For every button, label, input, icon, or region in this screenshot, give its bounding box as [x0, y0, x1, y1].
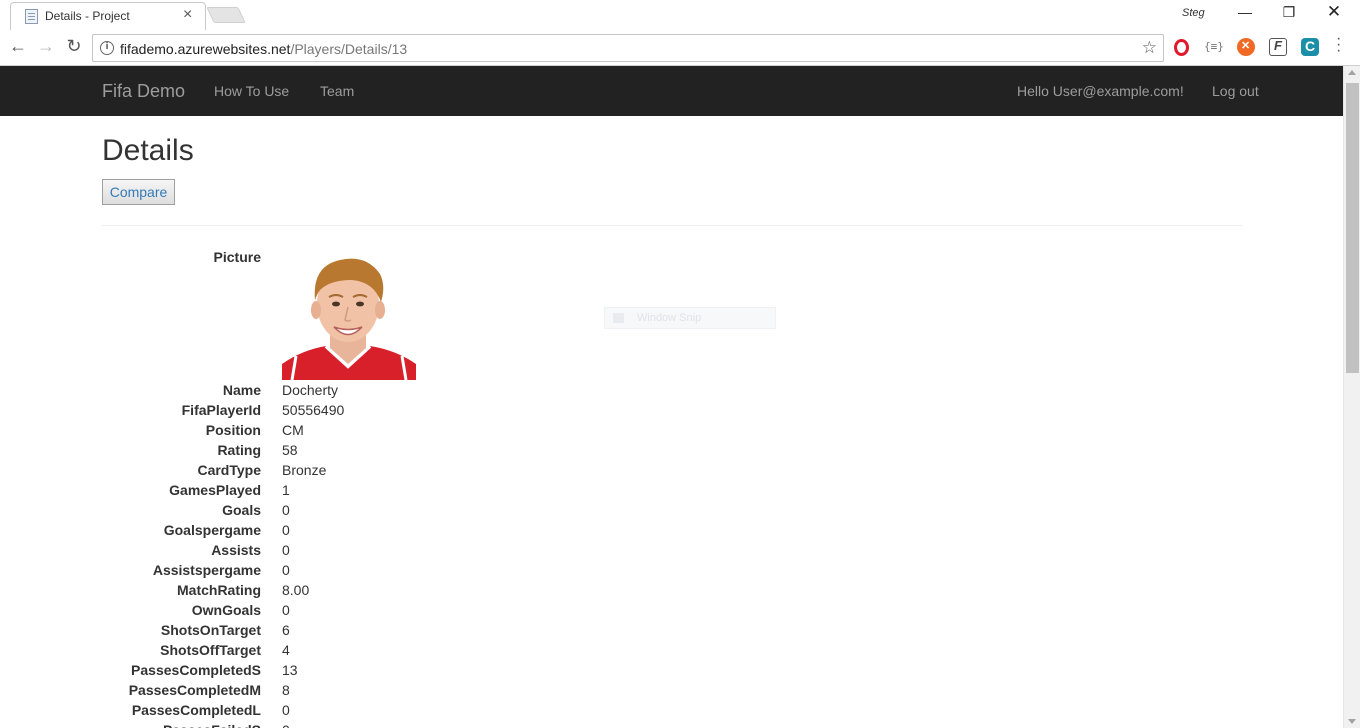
profile-name[interactable]: Steg — [1182, 7, 1205, 19]
f-extension-icon[interactable] — [1269, 38, 1287, 56]
field-label: PassesCompletedL — [131, 702, 261, 718]
reload-icon[interactable]: ↻ — [64, 37, 84, 57]
field-value: 0 — [282, 722, 290, 728]
snip-icon — [613, 313, 624, 323]
page-favicon-icon — [25, 9, 38, 24]
json-viewer-extension-icon[interactable]: {≡} — [1204, 40, 1224, 58]
tab-title: Details - Project — [45, 9, 130, 23]
field-value: 4 — [282, 642, 290, 658]
field-value: 0 — [282, 522, 290, 538]
teal-extension-icon[interactable] — [1301, 38, 1319, 56]
field-label: FifaPlayerId — [181, 402, 261, 418]
url-path: /Players/Details/13 — [290, 41, 408, 57]
field-value: 0 — [282, 502, 290, 518]
field-value: 1 — [282, 482, 290, 498]
orange-x-extension-icon[interactable] — [1237, 38, 1255, 56]
snip-overlay-text: Window Snip — [637, 312, 702, 324]
browser-toolbar: ← → ↻ i fifademo.azurewebsites.net/Playe… — [0, 30, 1360, 66]
browser-tabstrip: Details - Project × Steg — ❐ ✕ — [0, 0, 1360, 30]
bookmark-star-icon[interactable]: ☆ — [1142, 38, 1157, 58]
field-label: Assists — [211, 542, 261, 558]
field-value: CM — [282, 422, 304, 438]
back-arrow-icon[interactable]: ← — [8, 37, 28, 57]
minimize-icon[interactable]: — — [1233, 4, 1257, 24]
field-label: ShotsOffTarget — [160, 642, 261, 658]
forward-arrow-icon[interactable]: → — [36, 37, 56, 57]
field-label: OwnGoals — [191, 602, 261, 618]
field-value: Bronze — [282, 462, 327, 478]
window-snip-overlay: Window Snip — [604, 307, 776, 329]
user-greeting-link[interactable]: Hello User@example.com! — [1017, 83, 1184, 99]
field-label: Name — [222, 382, 261, 398]
page-title: Details — [102, 134, 194, 167]
page-scrollbar[interactable] — [1343, 66, 1360, 728]
scroll-up-arrow-icon[interactable] — [1348, 70, 1356, 75]
field-value: 8 — [282, 682, 290, 698]
restore-icon[interactable]: ❐ — [1277, 4, 1301, 24]
field-label: ShotsOnTarget — [160, 622, 261, 638]
browser-tab[interactable]: Details - Project × — [10, 2, 206, 30]
nav-link-team[interactable]: Team — [320, 83, 354, 99]
field-value: 50556490 — [282, 402, 345, 418]
field-label: PassesCompletedS — [131, 662, 261, 678]
field-label: MatchRating — [177, 582, 261, 598]
brand-link[interactable]: Fifa Demo — [102, 81, 185, 102]
opera-extension-icon[interactable] — [1174, 39, 1189, 56]
nav-link-how-to-use[interactable]: How To Use — [214, 83, 289, 99]
field-value: Docherty — [282, 382, 339, 398]
field-label: Goalspergame — [163, 522, 261, 538]
window-close-icon[interactable]: ✕ — [1322, 2, 1346, 22]
field-value: 0 — [282, 602, 290, 618]
field-label: GamesPlayed — [169, 482, 261, 498]
field-label: Assistspergame — [152, 562, 261, 578]
new-tab-button[interactable] — [206, 7, 246, 23]
url-host: fifademo.azurewebsites.net — [120, 41, 291, 57]
tab-close-icon[interactable]: × — [183, 6, 192, 24]
field-label: PassesFailedS — [0, 722, 261, 728]
url-text[interactable]: fifademo.azurewebsites.net/Players/Detai… — [120, 41, 407, 57]
field-value: 0 — [282, 562, 290, 578]
site-info-icon[interactable]: i — [100, 41, 114, 55]
field-label: Rating — [217, 442, 261, 458]
divider — [102, 225, 1242, 226]
page-viewport: Fifa Demo How To Use Team Hello User@exa… — [0, 66, 1343, 728]
field-value: 58 — [282, 442, 298, 458]
address-bar[interactable]: i fifademo.azurewebsites.net/Players/Det… — [92, 34, 1164, 62]
field-label: PassesCompletedM — [128, 682, 261, 698]
compare-button[interactable]: Compare — [102, 179, 175, 205]
field-value: 6 — [282, 622, 290, 638]
field-label: CardType — [197, 462, 261, 478]
browser-menu-icon[interactable]: · · · — [1336, 31, 1341, 59]
scroll-down-arrow-icon[interactable] — [1348, 719, 1356, 724]
field-label: Position — [205, 422, 261, 438]
field-value: 8.00 — [282, 582, 310, 598]
scroll-thumb[interactable] — [1346, 83, 1359, 373]
picture-label: Picture — [213, 249, 261, 265]
field-value: 0 — [282, 702, 290, 718]
site-navbar: Fifa Demo How To Use Team Hello User@exa… — [0, 66, 1343, 116]
field-value: 0 — [282, 542, 290, 558]
field-value: 13 — [282, 662, 298, 678]
player-photo — [282, 252, 416, 380]
logout-link[interactable]: Log out — [1212, 83, 1259, 99]
field-label: Goals — [222, 502, 261, 518]
